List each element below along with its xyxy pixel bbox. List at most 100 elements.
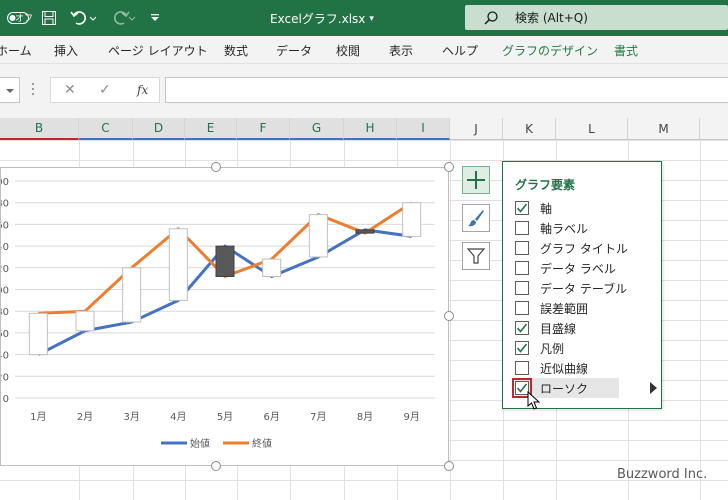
formula-splitter[interactable] bbox=[32, 83, 35, 97]
checkbox[interactable] bbox=[515, 321, 529, 335]
document-title-text: Excelグラフ.xlsx bbox=[270, 12, 366, 26]
search-placeholder: 検索 (Alt+Q) bbox=[515, 11, 588, 25]
el-data-table[interactable]: データ テーブル bbox=[515, 278, 655, 298]
legend-label: 始値 bbox=[190, 437, 210, 450]
chevron-down-icon bbox=[151, 14, 159, 21]
el-error-bars[interactable]: 誤差範囲 bbox=[515, 298, 655, 318]
stock-chart[interactable]: 00 80 60 40 20 00 80 60 40 20 0 1月 2月 3月 4月 5月 6月 7月 8月 9月始… bbox=[0, 168, 450, 467]
column-header-c[interactable]: C bbox=[79, 118, 133, 140]
formula-input[interactable] bbox=[165, 77, 728, 103]
search-box[interactable]: 検索 (Alt+Q) bbox=[465, 5, 728, 30]
grid-column-line bbox=[700, 140, 701, 500]
y-tick-label: 80 bbox=[1, 307, 9, 318]
up-bar bbox=[75, 310, 95, 332]
el-axis-titles[interactable]: 軸ラベル bbox=[515, 218, 655, 238]
tab-page-layout[interactable]: ページ レイアウト bbox=[108, 42, 208, 59]
chart-filters-button[interactable] bbox=[462, 242, 490, 270]
insert-function-icon[interactable]: fx bbox=[137, 83, 148, 97]
tab-insert[interactable]: 挿入 bbox=[54, 42, 78, 59]
save-icon bbox=[42, 11, 56, 25]
enter-icon[interactable]: ✓ bbox=[99, 82, 111, 98]
cancel-icon[interactable]: ✕ bbox=[64, 82, 76, 98]
document-title[interactable]: Excelグラフ.xlsx ▾ bbox=[270, 10, 374, 27]
resize-handle-right[interactable] bbox=[444, 311, 454, 321]
y-tick-label: 60 bbox=[1, 329, 9, 340]
tab-formulas[interactable]: 数式 bbox=[224, 42, 248, 59]
x-tick-label: 5月 bbox=[217, 411, 233, 423]
el-gridlines[interactable]: 目盛線 bbox=[515, 318, 655, 338]
column-header-d[interactable]: D bbox=[133, 118, 185, 140]
resize-handle-top[interactable] bbox=[211, 162, 221, 172]
paintbrush-icon bbox=[468, 210, 484, 227]
el-trendline[interactable]: 近似曲線 bbox=[515, 358, 655, 378]
checkbox[interactable] bbox=[515, 221, 529, 235]
tab-home[interactable]: ホーム bbox=[0, 42, 32, 59]
down-bar bbox=[215, 245, 235, 277]
filter-icon bbox=[466, 248, 486, 264]
document-title-caret: ▾ bbox=[369, 13, 374, 24]
column-header-h[interactable]: H bbox=[344, 118, 397, 140]
tab-view[interactable]: 表示 bbox=[389, 42, 413, 59]
undo-button[interactable] bbox=[66, 7, 100, 29]
undo-icon bbox=[70, 11, 96, 25]
chart-element-label: データ ラベル bbox=[540, 261, 616, 276]
y-tick-label: 20 bbox=[1, 264, 9, 275]
x-tick-label: 4月 bbox=[170, 411, 186, 423]
chart-styles-button[interactable] bbox=[462, 204, 490, 232]
column-header-f[interactable]: F bbox=[237, 118, 290, 140]
y-tick-label: 0 bbox=[3, 394, 9, 405]
column-header-m[interactable]: M bbox=[628, 118, 700, 140]
checkbox[interactable] bbox=[515, 261, 529, 275]
el-legend[interactable]: 凡例 bbox=[515, 338, 655, 358]
resize-handle-bottom[interactable] bbox=[211, 461, 221, 471]
column-header-b[interactable]: B bbox=[0, 118, 79, 140]
x-tick-label: 6月 bbox=[263, 411, 279, 423]
customize-qat-button[interactable] bbox=[146, 7, 164, 29]
excel-window: オフ Excelグラフ.xlsx ▾ 検索 (Alt+Q) ホーム 挿入 ページ… bbox=[0, 0, 728, 500]
more-options-arrow-icon[interactable] bbox=[650, 382, 657, 394]
up-bar bbox=[402, 202, 422, 237]
chart-element-label: 凡例 bbox=[540, 341, 565, 356]
column-header-j[interactable]: J bbox=[450, 118, 503, 140]
column-header-k[interactable]: K bbox=[503, 118, 556, 140]
checkbox[interactable] bbox=[515, 361, 529, 375]
column-header-e[interactable]: E bbox=[185, 118, 237, 140]
name-box[interactable] bbox=[0, 77, 20, 103]
mouse-cursor-icon bbox=[527, 391, 541, 410]
checkbox[interactable] bbox=[515, 341, 529, 355]
chart-elements-title: グラフ要素 bbox=[515, 178, 576, 192]
checkbox[interactable] bbox=[515, 301, 529, 315]
tab-review[interactable]: 校閲 bbox=[336, 42, 360, 59]
chart-area[interactable]: 00 80 60 40 20 00 80 60 40 20 0 1月 2月 3月 4月 5月 6月 7月 8月 9月始… bbox=[0, 167, 449, 466]
el-axes[interactable]: 軸 bbox=[515, 198, 655, 218]
ribbon-tabs: ホーム 挿入 ページ レイアウト 数式 データ 校閲 表示 ヘルプ グラフのデザ… bbox=[0, 36, 728, 64]
chart-elements-button[interactable] bbox=[462, 166, 490, 194]
resize-handle-bottom-right[interactable] bbox=[444, 461, 454, 471]
chart-elements-panel: グラフ要素 軸軸ラベルグラフ タイトル データ ラベルデータ テーブル 誤差範囲 目盛… bbox=[502, 161, 662, 409]
y-tick-label: 00 bbox=[1, 286, 9, 297]
column-header-i[interactable]: I bbox=[397, 118, 450, 140]
y-tick-label: 80 bbox=[1, 199, 9, 210]
checkbox[interactable] bbox=[515, 281, 529, 295]
legend-label: 終値 bbox=[252, 437, 272, 450]
column-header-g[interactable]: G bbox=[290, 118, 344, 140]
tab-help[interactable]: ヘルプ bbox=[442, 42, 478, 59]
checkbox[interactable] bbox=[515, 201, 529, 215]
el-data-labels[interactable]: データ ラベル bbox=[515, 258, 655, 278]
up-bar bbox=[168, 228, 188, 301]
column-header-l[interactable]: L bbox=[556, 118, 628, 140]
save-button[interactable] bbox=[38, 7, 60, 29]
formula-buttons: ✕ ✓ fx bbox=[50, 77, 160, 103]
redo-button[interactable] bbox=[106, 7, 140, 29]
formula-bar: ✕ ✓ fx bbox=[0, 64, 728, 118]
chart-element-label: 軸ラベル bbox=[540, 221, 589, 236]
chart-element-label: グラフ タイトル bbox=[540, 241, 628, 256]
tab-format[interactable]: 書式 bbox=[614, 42, 638, 59]
resize-handle-top-right[interactable] bbox=[444, 162, 454, 172]
checkbox[interactable] bbox=[515, 241, 529, 255]
x-tick-label: 9月 bbox=[403, 411, 419, 423]
y-tick-label: 40 bbox=[1, 242, 9, 253]
tab-chart-design[interactable]: グラフのデザイン bbox=[502, 42, 598, 59]
el-chart-title[interactable]: グラフ タイトル bbox=[515, 238, 655, 258]
tab-data[interactable]: データ bbox=[276, 42, 312, 59]
